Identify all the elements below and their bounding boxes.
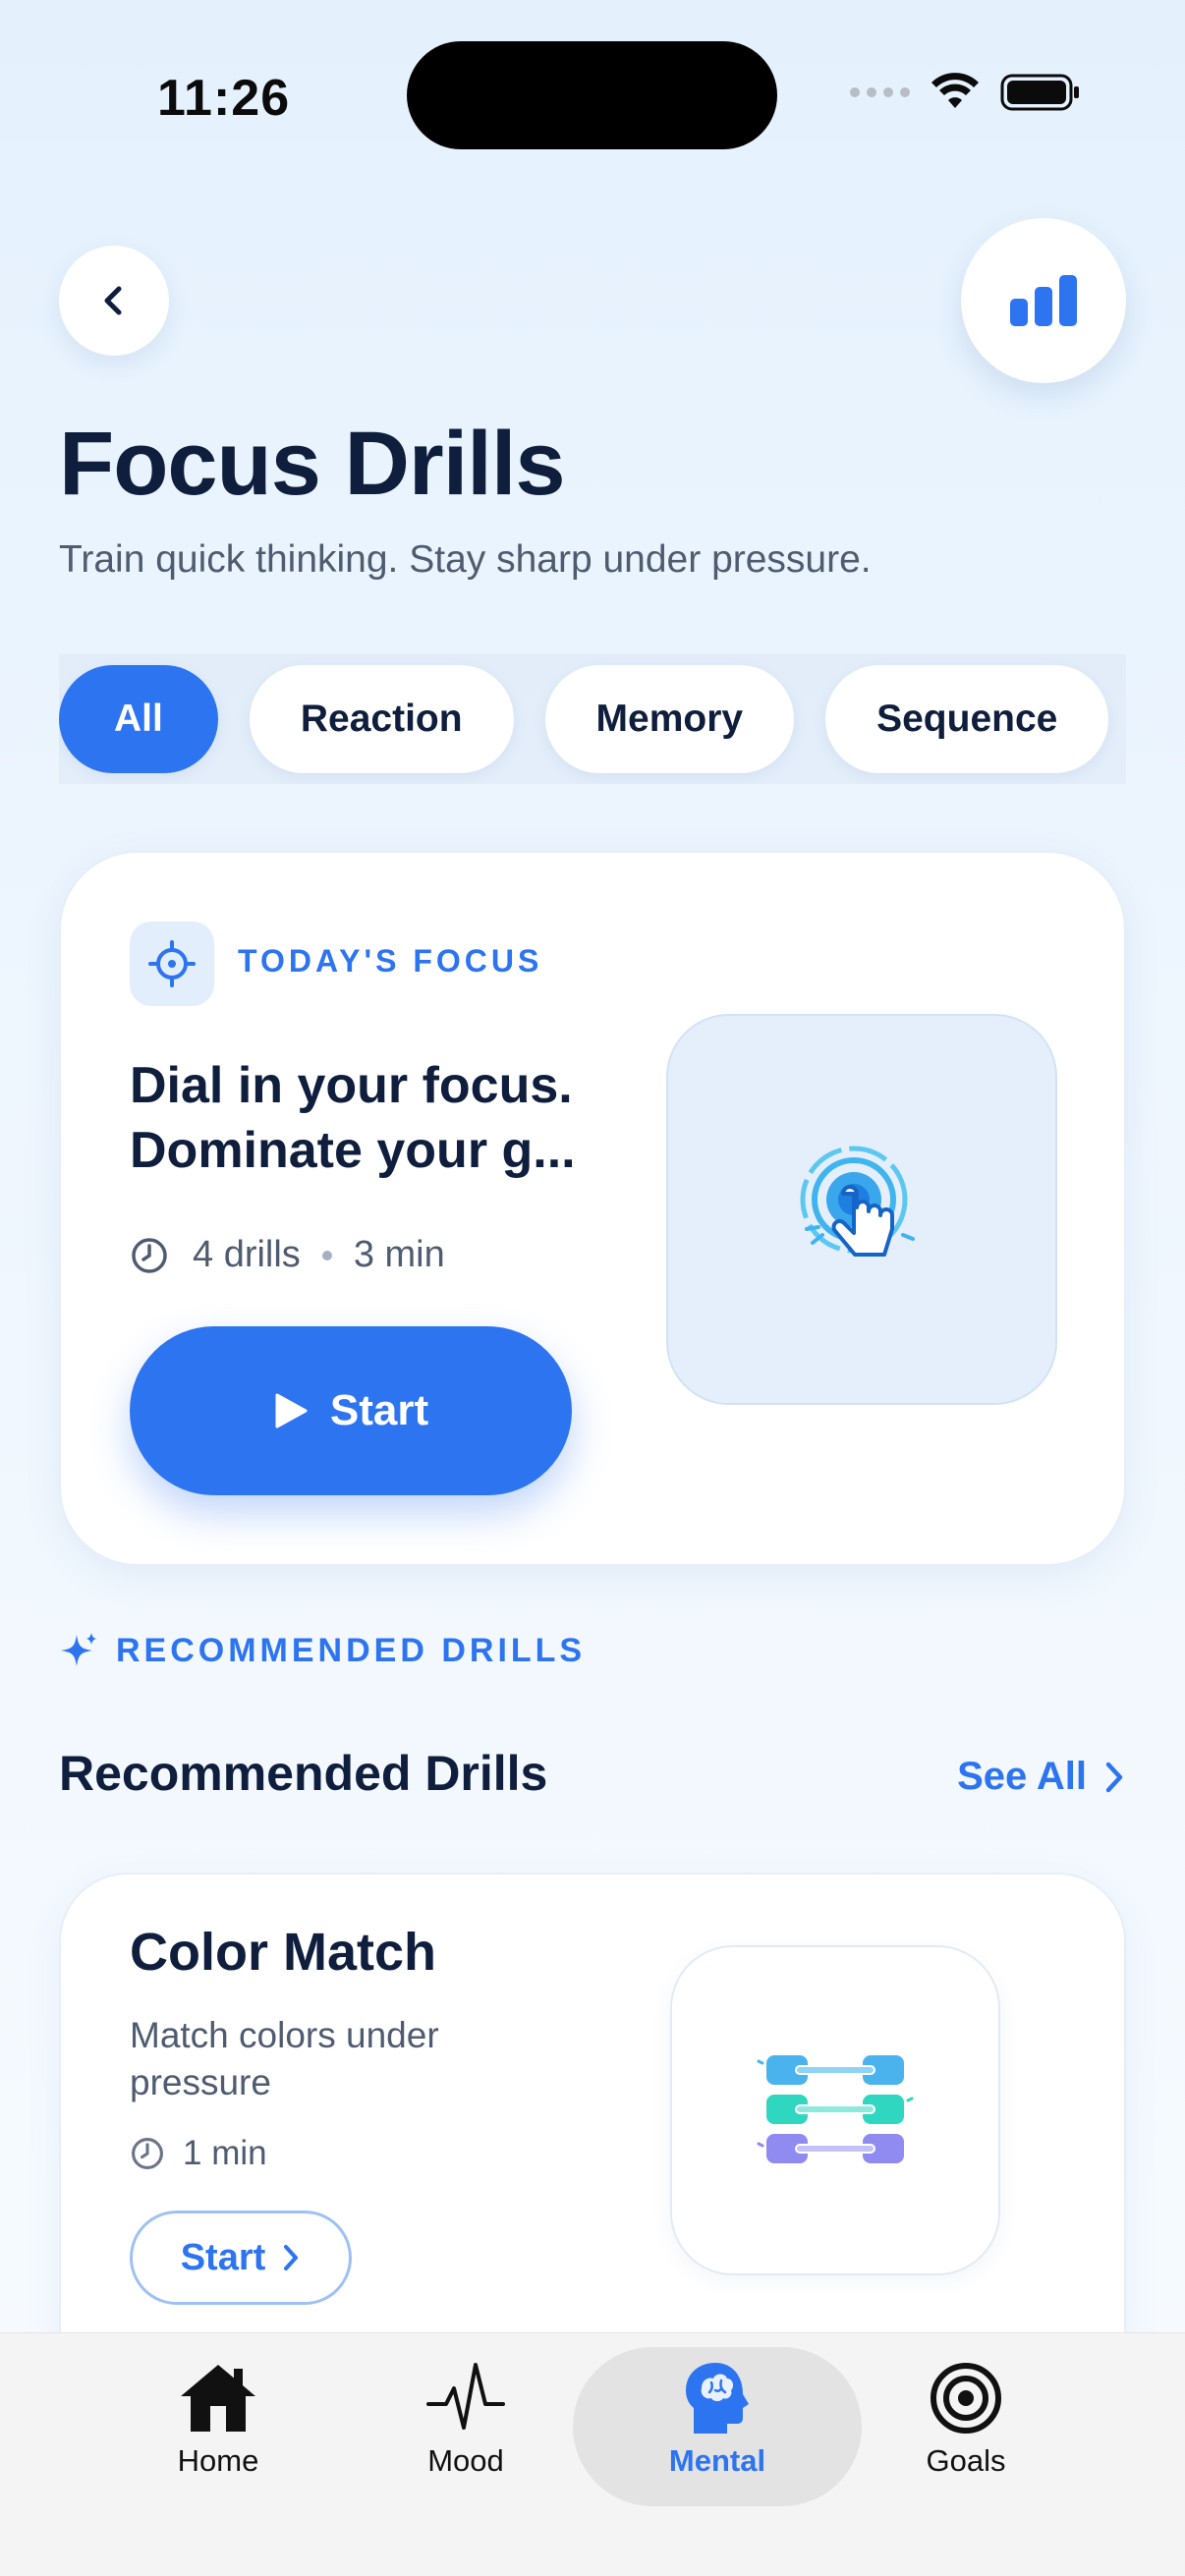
tab-mental[interactable]: Mental <box>619 2361 816 2508</box>
clock-icon <box>132 1237 167 1273</box>
tab-mood-label: Mood <box>427 2443 504 2478</box>
drill-meta: 1 min <box>130 2134 267 2173</box>
focus-meta: 4 drills 3 min <box>130 1234 445 1276</box>
focus-duration: 3 min <box>353 1234 445 1275</box>
drill-start-button[interactable]: Start <box>130 2211 352 2305</box>
filter-chip-reaction[interactable]: Reaction <box>249 665 514 773</box>
chevron-right-icon <box>1105 1762 1123 1792</box>
tab-home[interactable]: Home <box>120 2361 316 2508</box>
todays-focus-card: TODAY'S FOCUS Dial in your focus. Domina… <box>59 851 1126 1566</box>
focus-headline-line1: Dial in your focus. <box>130 1057 573 1114</box>
tab-goals-label: Goals <box>926 2443 1006 2478</box>
focus-label: TODAY'S FOCUS <box>238 943 543 979</box>
stats-button[interactable] <box>961 218 1126 383</box>
see-all-link[interactable]: See All <box>957 1755 1126 1799</box>
meta-separator <box>321 1250 332 1260</box>
play-icon <box>275 1393 308 1428</box>
sparkle-icon <box>61 1633 96 1666</box>
see-all-label: See All <box>957 1755 1087 1798</box>
drill-title: Color Match <box>130 1923 437 1982</box>
drill-description: Match colors under pressure <box>130 2015 439 2102</box>
filter-chip-memory[interactable]: Memory <box>544 665 795 773</box>
drill-duration: 1 min <box>183 2134 267 2172</box>
tab-mental-label: Mental <box>668 2443 766 2478</box>
focus-illustration <box>666 1014 1057 1405</box>
page-title: Focus Drills <box>59 414 566 514</box>
wifi-icon <box>931 73 979 108</box>
chevron-left-icon <box>104 286 122 315</box>
heartbeat-icon <box>426 2363 505 2430</box>
clock-icon <box>132 2138 163 2169</box>
brain-head-icon <box>686 2363 749 2434</box>
status-icons <box>850 73 1081 112</box>
tab-goals[interactable]: Goals <box>868 2361 1064 2508</box>
recommended-section-label: RECOMMENDED DRILLS <box>59 1631 586 1670</box>
focus-start-label: Start <box>329 1386 429 1434</box>
chevron-right-icon <box>284 2245 299 2270</box>
dynamic-island <box>407 41 777 149</box>
focus-start-button[interactable]: Start <box>130 1326 572 1495</box>
back-button[interactable] <box>59 246 169 356</box>
bottom-tab-bar: Home Mood Mental Goals <box>0 2332 1185 2576</box>
recommended-label-text: RECOMMENDED DRILLS <box>116 1631 587 1669</box>
battery-icon <box>1000 74 1079 111</box>
filter-chip-all[interactable]: All <box>59 665 218 773</box>
drill-start-label: Start <box>180 2236 266 2278</box>
focus-headline-line2: Dominate your g... <box>130 1122 576 1179</box>
filter-chip-sequence[interactable]: Sequence <box>825 665 1109 773</box>
page-subtitle: Train quick thinking. Stay sharp under p… <box>59 538 872 581</box>
tab-home-label: Home <box>177 2443 259 2478</box>
crosshair-icon <box>130 922 214 1006</box>
focus-drill-count: 4 drills <box>193 1234 301 1275</box>
tab-mood[interactable]: Mood <box>367 2361 564 2508</box>
bar-chart-icon <box>1010 275 1077 326</box>
focus-headline: Dial in your focus. Dominate your g... <box>130 1053 641 1183</box>
focus-drills-screen: 11:26 Focus Drills Train quick thinking.… <box>0 0 1185 2576</box>
home-icon <box>181 2365 255 2432</box>
filter-chips: All Reaction Memory Sequence <box>59 654 1126 784</box>
signal-dots-icon <box>850 87 910 97</box>
color-match-illustration <box>670 1945 1000 2275</box>
target-icon <box>931 2363 1001 2434</box>
status-time: 11:26 <box>157 70 291 127</box>
color-swatches-icon <box>757 2055 914 2163</box>
tap-target-icon <box>800 1146 915 1257</box>
recommended-title: Recommended Drills <box>59 1746 548 1801</box>
